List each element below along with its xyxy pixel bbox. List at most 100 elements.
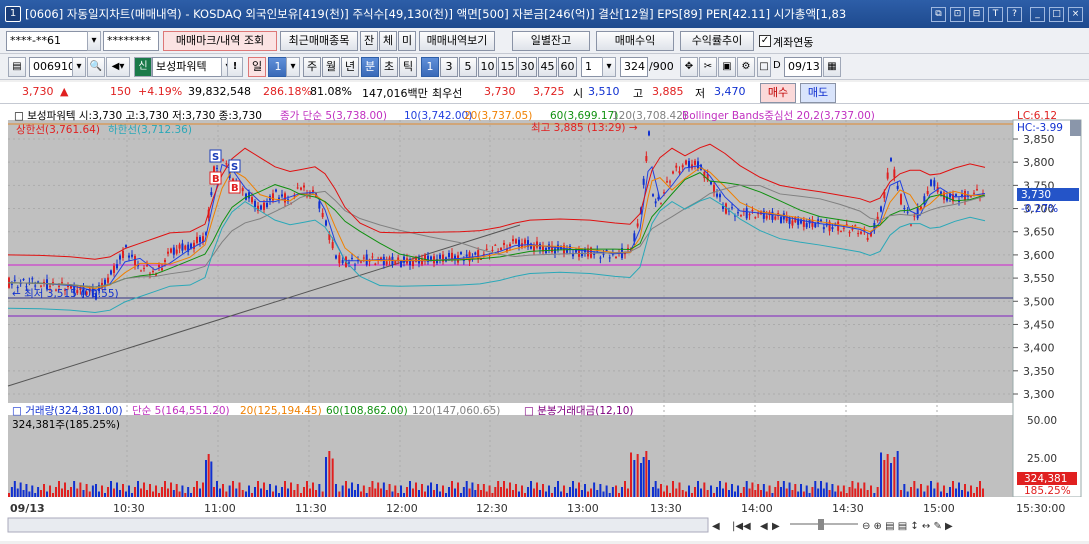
minute-30-button[interactable]: 30 [518, 57, 537, 77]
font-icon[interactable]: T [988, 6, 1003, 22]
save-icon[interactable]: ▣ [718, 57, 736, 77]
first-page-icon: |◀◀ [732, 521, 751, 532]
time-tick-label: 11:00 [204, 502, 236, 515]
drawing-tools-icon[interactable]: ✥ [680, 57, 698, 77]
candle-body [608, 257, 611, 259]
period-minute-button[interactable]: 분 [361, 57, 379, 77]
daily-balance-button[interactable]: 일별잔고 [512, 31, 590, 51]
candle-body [737, 212, 739, 214]
sell-button[interactable]: 매도 [800, 83, 836, 103]
period-month-button[interactable]: 월 [322, 57, 340, 77]
code-dropdown-icon[interactable]: ▾ [72, 57, 86, 77]
volume-bar [691, 493, 693, 497]
chart-area[interactable]: 3,850 3,800 3,750 3,700 3,650 3,600 3,550 3,500… [0, 104, 1089, 541]
volume-bar [973, 493, 975, 497]
minimize-button[interactable]: _ [1030, 6, 1045, 22]
volume-bar [906, 491, 909, 497]
minute-45-button[interactable]: 45 [538, 57, 557, 77]
trade-history-button[interactable]: 매매내역보기 [419, 31, 495, 51]
candle-body [143, 267, 145, 269]
period-tick-button[interactable]: 틱 [399, 57, 417, 77]
volume-bar [700, 488, 702, 497]
trade-amount: 147,016백만 [362, 87, 428, 100]
volume-bar [70, 487, 72, 497]
candle-body [131, 254, 133, 257]
unfilled-button[interactable]: 미 [398, 31, 416, 51]
candle-body [681, 165, 684, 168]
account-dropdown-icon[interactable]: ▾ [87, 31, 101, 51]
volume-bar [31, 485, 34, 497]
candle-body [822, 227, 825, 230]
candle-body [254, 200, 256, 208]
volume-bar [228, 485, 231, 497]
trade-mark-button[interactable]: 매매마크/내역 조회 [163, 31, 277, 51]
recent-trades-button[interactable]: 최근매매종목 [280, 31, 358, 51]
bar-count-input[interactable]: 324 [620, 57, 648, 77]
candle-body [331, 242, 334, 249]
count-dropdown-icon[interactable]: ▾ [602, 57, 616, 77]
volume-bar [870, 485, 872, 497]
account-link-checkbox[interactable]: ✓ [759, 35, 771, 47]
close-button[interactable]: × [1068, 6, 1083, 22]
layout-icon[interactable]: ⊡ [950, 6, 965, 22]
volume-bar [590, 488, 592, 497]
balance-button[interactable]: 잔 [360, 31, 378, 51]
period-second-button[interactable]: 초 [380, 57, 398, 77]
minute-3-button[interactable]: 3 [440, 57, 458, 77]
volume-bar [648, 460, 650, 497]
volume-bar [178, 491, 181, 497]
settings-icon[interactable]: ⚙ [737, 57, 755, 77]
search-icon[interactable]: 🔍 [87, 57, 105, 77]
candle-body [196, 236, 198, 243]
volume-bar [640, 463, 642, 497]
turnover-ratio: 81.08% [310, 85, 352, 98]
candle-body [460, 252, 462, 255]
volume-bar [930, 481, 932, 497]
price-chart[interactable]: 3,8503,8003,7503,7003,6503,6003,5503,500… [0, 104, 1089, 541]
trade-return-button[interactable]: 매매수익 [596, 31, 674, 51]
time-tick-label: 12:00 [386, 502, 418, 515]
period-week-button[interactable]: 주 [303, 57, 321, 77]
period-dropdown-icon[interactable]: ▾ [286, 57, 300, 77]
candle-body [814, 223, 817, 228]
volume-bar [348, 488, 350, 497]
volume-bar [248, 485, 250, 497]
minute-10-button[interactable]: 10 [478, 57, 497, 77]
minute-15-button[interactable]: 15 [498, 57, 517, 77]
period-value-box[interactable]: 1 [268, 57, 288, 77]
stock-code-input[interactable]: 006910 [29, 57, 75, 77]
title-bar: 1 [0606] 자동일지차트(매매내역) - KOSDAQ 외국인보유[419… [0, 0, 1089, 28]
crosshair-icon[interactable]: ✂ [699, 57, 717, 77]
price-tick-label: 3,550 [1023, 272, 1055, 285]
calendar-toggle-icon[interactable]: □ [757, 57, 771, 77]
alert-icon[interactable]: ! [227, 57, 243, 77]
chart-menu-icon[interactable]: ▤ [8, 57, 26, 77]
calendar-icon[interactable]: ▦ [823, 57, 841, 77]
volume-bar [245, 491, 247, 497]
time-tick-label: 11:30 [295, 502, 327, 515]
minute-60-button[interactable]: 60 [558, 57, 577, 77]
minute-5-button[interactable]: 5 [459, 57, 477, 77]
date-input[interactable]: 09/13 [784, 57, 822, 77]
filled-button[interactable]: 체 [379, 31, 397, 51]
help-icon[interactable]: ? [1007, 6, 1022, 22]
period-year-button[interactable]: 년 [341, 57, 359, 77]
speaker-icon[interactable]: ◀▾ [106, 57, 130, 77]
count-input[interactable]: 1 [581, 57, 603, 77]
volume-bar [719, 481, 721, 497]
return-trend-button[interactable]: 수익률추이 [680, 31, 754, 51]
volume-bar [851, 481, 854, 497]
link-icon[interactable]: ⧉ [931, 6, 946, 22]
account-input[interactable]: ****-**61 [6, 31, 88, 51]
split-icon[interactable]: ⊟ [969, 6, 984, 22]
volume-bar [615, 485, 617, 497]
total-volume: 39,832,548 [188, 85, 251, 98]
quote-bar: 3,730 ▲ 150 +4.19% 39,832,548 286.18% 81… [0, 82, 1089, 104]
minute-1-button[interactable]: 1 [421, 57, 439, 77]
password-input[interactable]: ******** [103, 31, 159, 51]
candle-body [685, 160, 687, 165]
maximize-button[interactable]: □ [1049, 6, 1064, 22]
buy-button[interactable]: 매수 [760, 83, 796, 103]
period-day-button[interactable]: 일 [248, 57, 266, 77]
volume-sub-label: 324,381주(185.25%) [12, 419, 120, 431]
